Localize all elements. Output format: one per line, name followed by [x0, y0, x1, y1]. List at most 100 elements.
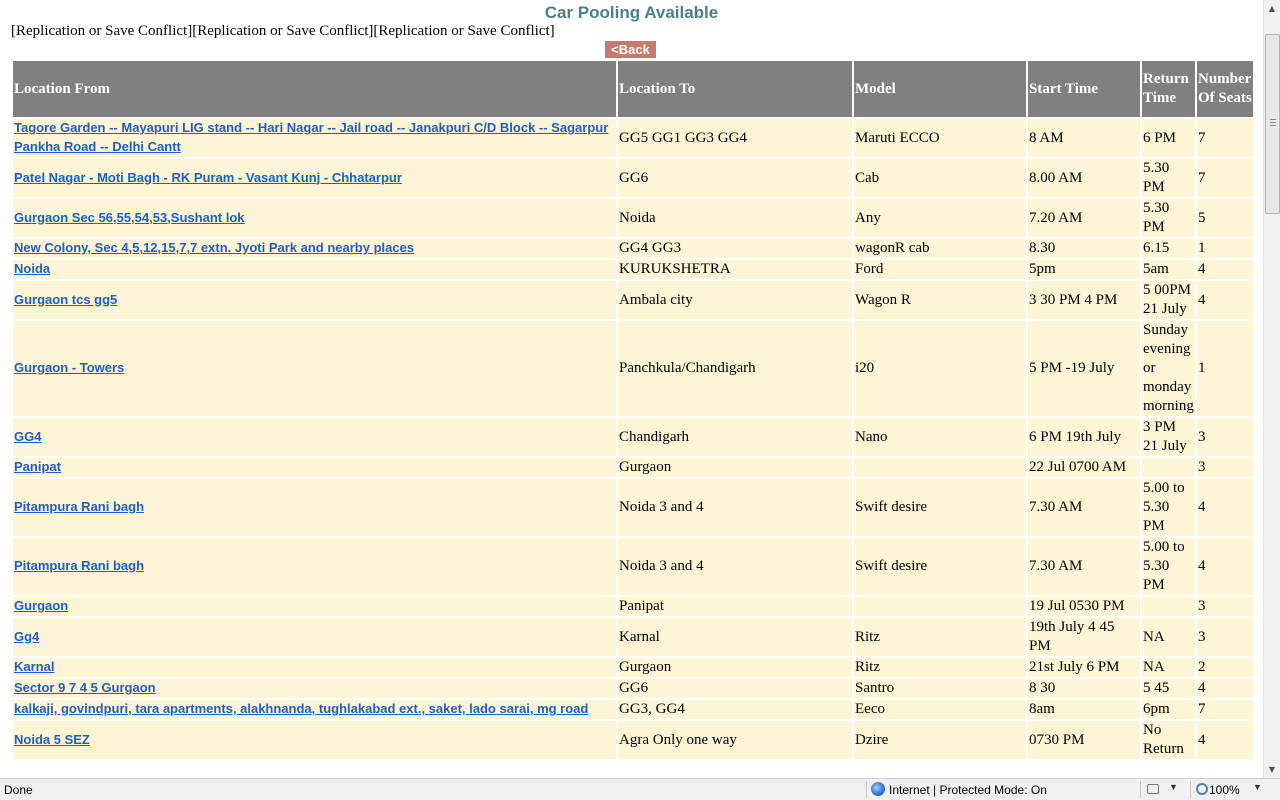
cell-location-to: GG6: [618, 159, 852, 197]
cell-model: Nano: [854, 418, 1026, 456]
scroll-down-arrow-icon[interactable]: ▼: [1264, 761, 1280, 778]
cell-location-from: Gurgaon tcs gg5: [13, 281, 616, 319]
cell-location-to: GG3, GG4: [618, 700, 852, 719]
location-from-link[interactable]: Tagore Garden -- Mayapuri LIG stand -- H…: [14, 120, 608, 154]
cell-start-time: 21st July 6 PM: [1028, 658, 1140, 677]
cell-location-from: Karnal: [13, 658, 616, 677]
header-number-of-seats[interactable]: Number Of Seats: [1197, 61, 1253, 117]
cell-location-to: Karnal: [618, 618, 852, 656]
cell-seats: 3: [1197, 418, 1253, 456]
cell-model: Swift desire: [854, 479, 1026, 536]
header-location-from[interactable]: Location From: [13, 61, 616, 117]
location-from-link[interactable]: Gg4: [14, 629, 39, 644]
cell-seats: 4: [1197, 281, 1253, 319]
cell-location-from: Gurgaon Sec 56,55,54,53,Sushant lok: [13, 199, 616, 237]
header-model[interactable]: Model: [854, 61, 1026, 117]
cell-seats: 4: [1197, 260, 1253, 279]
cell-model: Ritz: [854, 658, 1026, 677]
cell-location-to: Panipat: [618, 597, 852, 616]
cell-seats: 4: [1197, 538, 1253, 595]
privacy-indicator[interactable]: ▼: [1140, 781, 1191, 798]
cell-model: Dzire: [854, 721, 1026, 759]
table-row: Noida KURUKSHETRA Ford 5pm 5am 4: [13, 260, 1253, 279]
location-from-link[interactable]: New Colony, Sec 4,5,12,15,7,7 extn. Jyot…: [14, 240, 414, 255]
vertical-scrollbar[interactable]: ▲ ▼: [1263, 0, 1280, 778]
cell-location-from: Panipat: [13, 458, 616, 477]
location-from-link[interactable]: GG4: [14, 429, 41, 444]
zoom-control[interactable]: 100% ▼: [1190, 781, 1279, 798]
location-from-link[interactable]: Panipat: [14, 459, 61, 474]
table-row: Patel Nagar - Moti Bagh - RK Puram - Vas…: [13, 159, 1253, 197]
location-from-link[interactable]: Gurgaon Sec 56,55,54,53,Sushant lok: [14, 210, 244, 225]
cell-start-time: 22 Jul 0700 AM: [1028, 458, 1140, 477]
cell-location-from: Noida: [13, 260, 616, 279]
table-row: Panipat Gurgaon 22 Jul 0700 AM 3: [13, 458, 1253, 477]
cell-location-to: Noida: [618, 199, 852, 237]
cell-model: Cab: [854, 159, 1026, 197]
location-from-link[interactable]: Pitampura Rani bagh: [14, 499, 144, 514]
table-row: Noida 5 SEZ Agra Only one way Dzire 0730 PM…: [13, 721, 1253, 759]
cell-model: Ford: [854, 260, 1026, 279]
cell-return-time: NA: [1142, 618, 1195, 656]
cell-seats: 1: [1197, 321, 1253, 416]
cell-model: wagonR cab: [854, 239, 1026, 258]
cell-model: Santro: [854, 679, 1026, 698]
chevron-down-icon[interactable]: ▼: [1169, 782, 1178, 792]
cell-start-time: 7.30 AM: [1028, 538, 1140, 595]
location-from-link[interactable]: Gurgaon - Towers: [14, 360, 124, 375]
cell-location-from: Tagore Garden -- Mayapuri LIG stand -- H…: [13, 119, 616, 157]
table-row: Gg4 Karnal Ritz 19th July 4 45 PM NA 3: [13, 618, 1253, 656]
cell-model: Wagon R: [854, 281, 1026, 319]
cell-model: [854, 597, 1026, 616]
cell-return-time: [1142, 458, 1195, 477]
cell-seats: 7: [1197, 119, 1253, 157]
cell-return-time: NA: [1142, 658, 1195, 677]
cell-location-to: Gurgaon: [618, 658, 852, 677]
scroll-thumb[interactable]: [1265, 34, 1280, 214]
magnifier-icon: [1196, 783, 1208, 795]
zone-text: Internet | Protected Mode: On: [889, 783, 1047, 797]
location-from-link[interactable]: kalkaji, govindpuri, tara apartments, al…: [14, 701, 588, 716]
table-row: Pitampura Rani bagh Noida 3 and 4 Swift de…: [13, 479, 1253, 536]
location-from-link[interactable]: Noida: [14, 261, 50, 276]
table-row: Gurgaon - Towers Panchkula/Chandigarh i20 5…: [13, 321, 1253, 416]
location-from-link[interactable]: Karnal: [14, 659, 54, 674]
back-button[interactable]: <Back: [605, 41, 656, 58]
location-from-link[interactable]: Patel Nagar - Moti Bagh - RK Puram - Vas…: [14, 170, 402, 185]
scroll-up-arrow-icon[interactable]: ▲: [1264, 0, 1280, 17]
cell-model: [854, 458, 1026, 477]
cell-return-time: 6 PM: [1142, 119, 1195, 157]
location-from-link[interactable]: Gurgaon tcs gg5: [14, 292, 117, 307]
header-location-to[interactable]: Location To: [618, 61, 852, 117]
cell-start-time: 6 PM 19th July: [1028, 418, 1140, 456]
globe-icon: [871, 782, 885, 796]
cell-location-to: Gurgaon: [618, 458, 852, 477]
header-return-time[interactable]: Return Time: [1142, 61, 1195, 117]
cell-return-time: 6.15: [1142, 239, 1195, 258]
table-row: GG4 Chandigarh Nano 6 PM 19th July 3 PM 21 J…: [13, 418, 1253, 456]
cell-return-time: 5.30 PM: [1142, 159, 1195, 197]
location-from-link[interactable]: Sector 9 7 4 5 Gurgaon: [14, 680, 156, 695]
location-from-link[interactable]: Noida 5 SEZ: [14, 732, 90, 747]
cell-start-time: 8am: [1028, 700, 1140, 719]
carpool-table: Location From Location To Model Start Ti…: [11, 59, 1255, 761]
location-from-link[interactable]: Gurgaon: [14, 598, 68, 613]
security-zone[interactable]: Internet | Protected Mode: On: [866, 781, 1141, 798]
cell-location-from: Gurgaon: [13, 597, 616, 616]
cell-location-to: KURUKSHETRA: [618, 260, 852, 279]
chevron-down-icon[interactable]: ▼: [1253, 782, 1262, 792]
cell-return-time: 5.00 to 5.30 PM: [1142, 479, 1195, 536]
cell-model: Eeco: [854, 700, 1026, 719]
header-start-time[interactable]: Start Time: [1028, 61, 1140, 117]
cell-return-time: 5 00PM 21 July: [1142, 281, 1195, 319]
table-row: Gurgaon tcs gg5 Ambala city Wagon R3 30 PM…: [13, 281, 1253, 319]
cell-seats: 1: [1197, 239, 1253, 258]
cell-location-to: GG4 GG3: [618, 239, 852, 258]
cell-location-from: Pitampura Rani bagh: [13, 479, 616, 536]
location-from-link[interactable]: Pitampura Rani bagh: [14, 558, 144, 573]
cell-location-to: GG5 GG1 GG3 GG4: [618, 119, 852, 157]
cell-return-time: 5am: [1142, 260, 1195, 279]
cell-return-time: [1142, 597, 1195, 616]
zoom-level: 100%: [1209, 783, 1240, 797]
cell-model: i20: [854, 321, 1026, 416]
